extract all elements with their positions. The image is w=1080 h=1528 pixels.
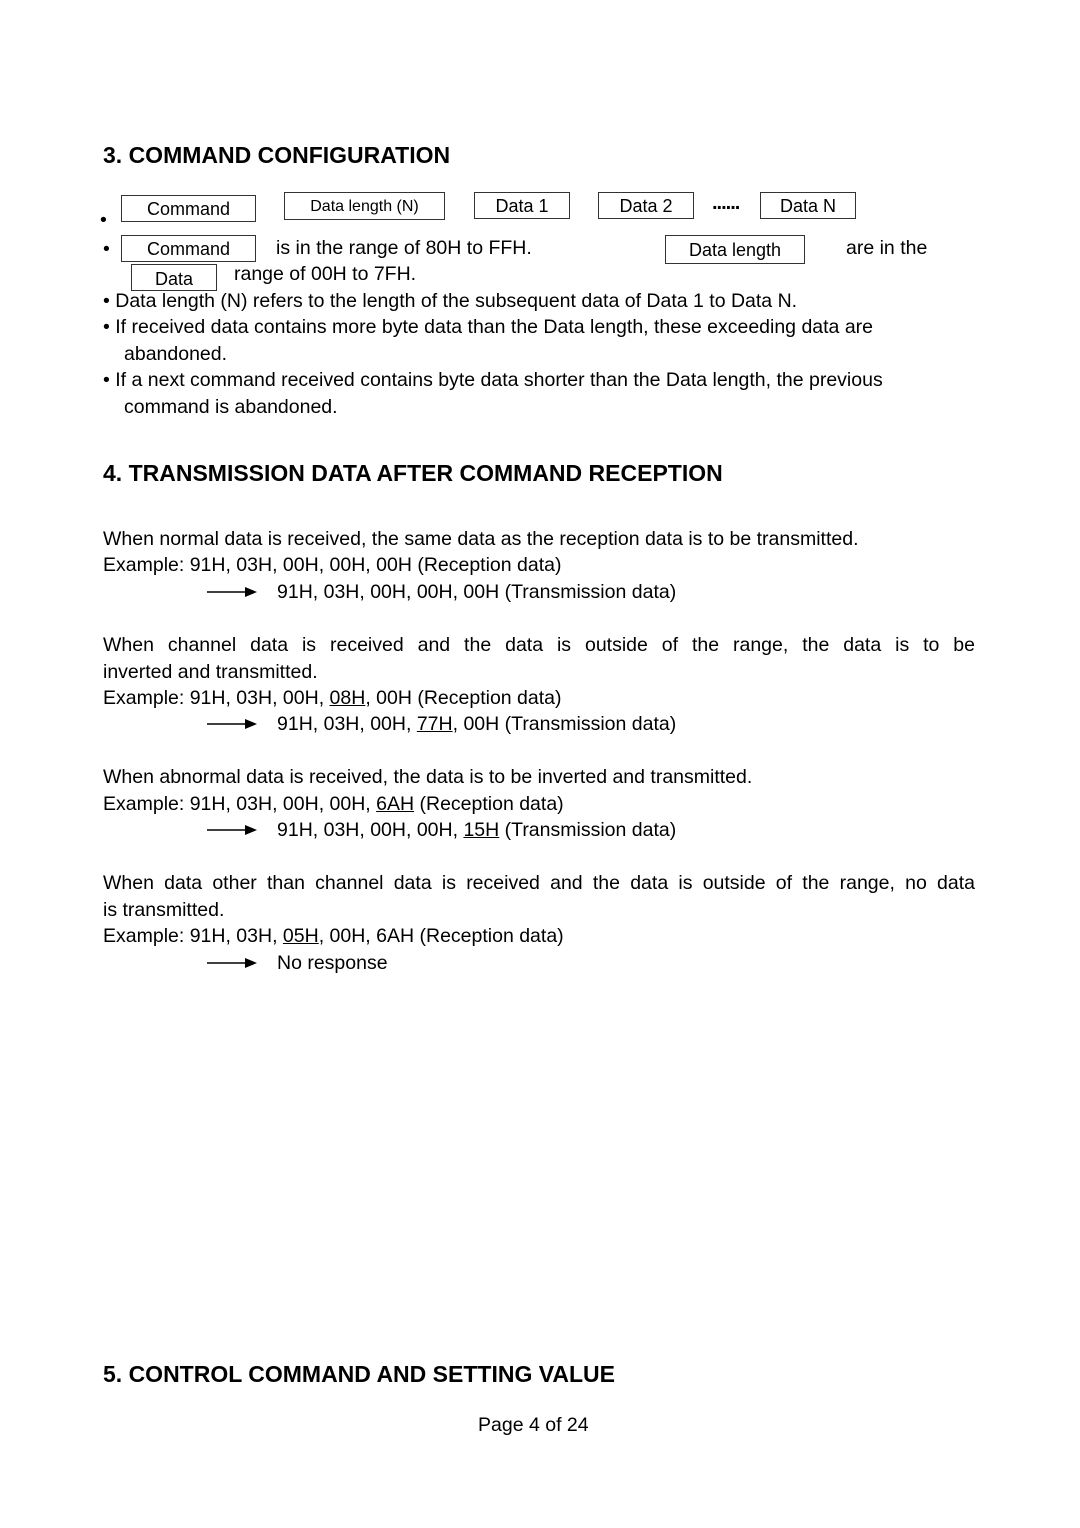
frame-box-command: Command [121,195,256,222]
case-4-example: Example: 91H, 03H, 05H, 00H, 6AH (Recept… [103,925,564,947]
range-box-command: Command [121,235,256,262]
frame-box-data-1: Data 1 [474,192,570,219]
ellipsis: ...... [712,192,740,214]
bullet: • [100,209,107,231]
note-3-cont: command is abandoned. [124,396,338,418]
page-number: Page 4 of 24 [478,1414,589,1436]
bullet: • [103,238,110,260]
highlight-value: 15H [463,819,500,841]
arrow-icon [207,958,257,968]
case-3-example: Example: 91H, 03H, 00H, 00H, 6AH (Recept… [103,793,564,815]
frame-box-data-n: Data N [760,192,856,219]
note-2: • If received data contains more byte da… [103,316,873,338]
arrow-icon [207,719,257,729]
case-1-response: 91H, 03H, 00H, 00H, 00H (Transmission da… [277,581,677,603]
case-1-desc: When normal data is received, the same d… [103,528,859,550]
section-4-heading: 4. TRANSMISSION DATA AFTER COMMAND RECEP… [103,460,723,486]
case-2-desc-line1: When channel data is received and the da… [103,634,975,656]
arrow-icon [207,825,257,835]
range-text-command: is in the range of 80H to FFH. [276,237,532,259]
section-5-heading: 5. CONTROL COMMAND AND SETTING VALUE [103,1361,615,1387]
note-3: • If a next command received contains by… [103,369,883,391]
case-4-response: No response [277,952,388,974]
case-2-desc-line2: inverted and transmitted. [103,661,318,683]
case-2-response: 91H, 03H, 00H, 77H, 00H (Transmission da… [277,713,677,735]
highlight-value: 08H [329,687,366,709]
case-2-example: Example: 91H, 03H, 00H, 08H, 00H (Recept… [103,687,562,709]
case-4-desc-line1: When data other than channel data is rec… [103,872,975,894]
note-2-cont: abandoned. [124,343,228,365]
case-4-desc-line2: is transmitted. [103,899,225,921]
range-box-data-length: Data length [665,235,805,264]
highlight-value: 77H [416,713,453,735]
highlight-value: 6AH [376,793,415,815]
note-1: • Data length (N) refers to the length o… [103,290,798,312]
highlight-value: 05H [282,925,319,947]
case-3-response: 91H, 03H, 00H, 00H, 15H (Transmission da… [277,819,677,841]
frame-box-data-length: Data length (N) [284,192,445,220]
range-text-are-in: are in the [846,237,928,259]
case-3-desc: When abnormal data is received, the data… [103,766,753,788]
section-3-heading: 3. COMMAND CONFIGURATION [103,142,451,168]
arrow-icon [207,587,257,597]
case-1-example: Example: 91H, 03H, 00H, 00H, 00H (Recept… [103,554,562,576]
range-text-data: range of 00H to 7FH. [234,263,417,285]
frame-box-data-2: Data 2 [598,192,694,219]
range-box-data: Data [131,264,217,291]
